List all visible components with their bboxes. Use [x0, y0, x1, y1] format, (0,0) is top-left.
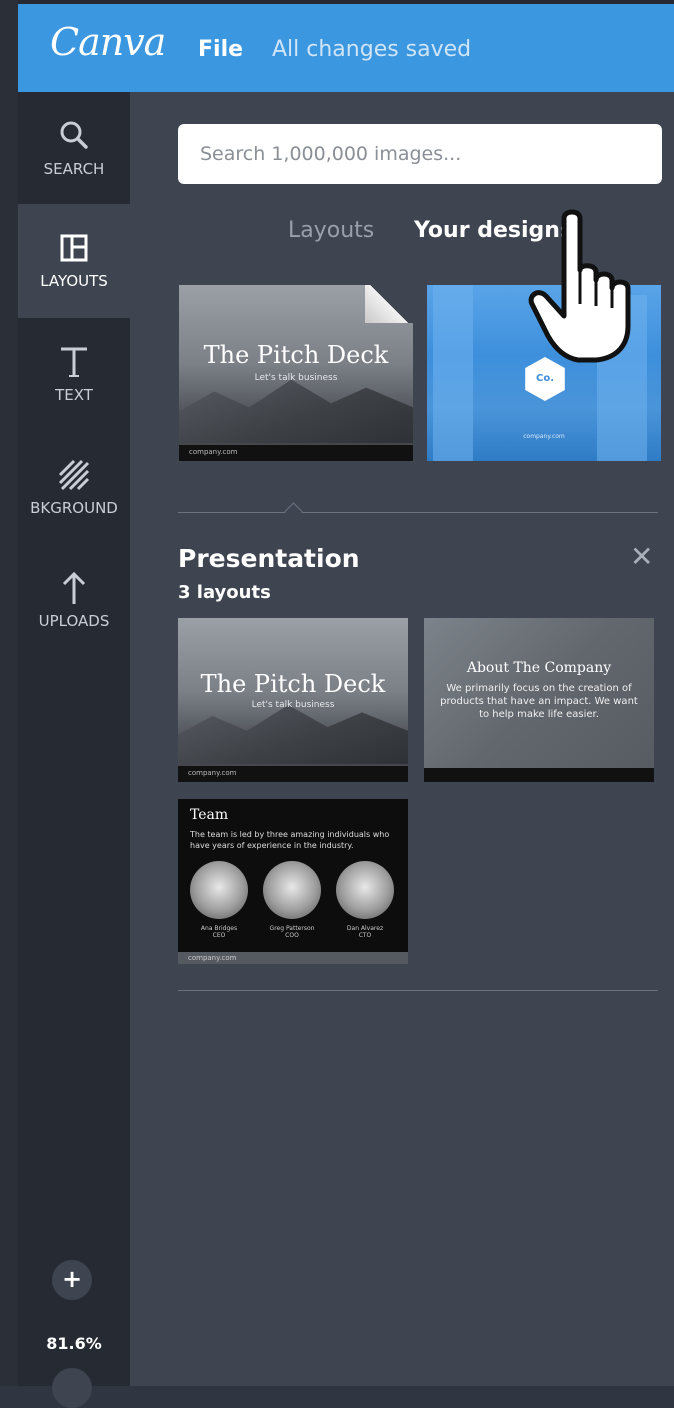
zoom-level: 81.6% — [46, 1334, 102, 1353]
thumbnail-subtitle: Let's talk business — [251, 700, 335, 710]
section-divider — [178, 990, 658, 991]
section-divider — [178, 512, 658, 513]
layout-thumbnail-team[interactable]: Team The team is led by three amazing in… — [178, 799, 408, 964]
sidebar-item-layouts[interactable]: LAYOUTS — [18, 204, 130, 318]
thumbnail-footer-text: company.com — [523, 433, 565, 440]
save-status: All changes saved — [272, 37, 472, 62]
portrait-avatar — [263, 861, 321, 919]
design-thumbnail-pitch-deck[interactable]: The Pitch Deck Let's talk business compa… — [179, 285, 413, 461]
footer-text: company.com — [188, 954, 237, 962]
search-input[interactable] — [178, 124, 662, 184]
thumbnail-subtitle: Let's talk business — [254, 373, 338, 383]
background-icon — [18, 455, 130, 495]
upload-icon — [18, 568, 130, 608]
thumbnail-footer: company.com — [178, 766, 408, 782]
sidebar-item-background[interactable]: BKGROUND — [18, 431, 130, 543]
background-strip — [0, 0, 18, 1386]
zoom-in-button[interactable]: + — [52, 1260, 92, 1300]
member-role: CTO — [358, 932, 372, 939]
sidebar: SEARCH LAYOUTS TEXT BKGROUND UPLOADS + 8… — [18, 92, 130, 1408]
file-menu[interactable]: File — [198, 37, 243, 62]
sidebar-item-search[interactable]: SEARCH — [18, 92, 130, 204]
hand-pointer-icon — [528, 209, 631, 363]
thumbnail-footer: company.com — [178, 952, 408, 964]
sidebar-item-label: LAYOUTS — [40, 272, 108, 290]
member-role: CEO — [212, 932, 226, 939]
canva-logo[interactable]: Canva — [50, 20, 166, 64]
sidebar-item-uploads[interactable]: UPLOADS — [18, 544, 130, 656]
team-member-caption: Greg Patterson COO — [257, 925, 327, 939]
sidebar-item-label: BKGROUND — [30, 499, 118, 517]
layout-thumbnail-pitch-deck[interactable]: The Pitch Deck Let's talk business compa… — [178, 618, 408, 782]
section-title: Presentation — [178, 544, 360, 573]
search-icon — [18, 116, 130, 156]
team-member-caption: Dan Alvarez CTO — [330, 925, 400, 939]
zoom-out-button[interactable] — [52, 1368, 92, 1408]
divider-pointer — [284, 502, 303, 521]
section-count: 3 layouts — [178, 582, 271, 603]
portrait-avatar — [336, 861, 394, 919]
sidebar-item-label: UPLOADS — [38, 612, 110, 630]
page-curl — [365, 285, 413, 323]
text-icon — [18, 342, 130, 382]
thumbnail-body: We primarily focus on the creation of pr… — [440, 683, 638, 720]
close-section-button[interactable]: ✕ — [630, 540, 653, 573]
layout-thumbnail-about[interactable]: About The Company We primarily focus on … — [424, 618, 654, 782]
member-name: Dan Alvarez — [346, 925, 384, 932]
portrait-avatar — [190, 861, 248, 919]
layouts-icon — [18, 228, 130, 268]
tab-layouts[interactable]: Layouts — [288, 218, 374, 243]
sidebar-item-label: TEXT — [55, 386, 93, 404]
sidebar-item-text[interactable]: TEXT — [18, 318, 130, 430]
member-name: Ana Bridges — [200, 925, 238, 932]
thumbnail-body: The team is led by three amazing individ… — [190, 830, 390, 850]
footer-text: company.com — [188, 769, 237, 777]
team-member-caption: Ana Bridges CEO — [184, 925, 254, 939]
thumbnail-footer: company.com — [179, 445, 413, 461]
footer-text: company.com — [189, 448, 238, 456]
member-role: COO — [285, 932, 299, 939]
thumbnail-title: The Pitch Deck — [200, 670, 386, 698]
top-bar: Canva File All changes saved — [18, 4, 674, 92]
thumbnail-title: About The Company — [466, 660, 612, 676]
member-name: Greg Patterson — [269, 925, 315, 932]
sidebar-item-label: SEARCH — [43, 160, 105, 178]
thumbnail-footer — [424, 768, 654, 782]
thumbnail-title: Team — [190, 807, 229, 823]
thumbnail-title: The Pitch Deck — [203, 341, 389, 369]
